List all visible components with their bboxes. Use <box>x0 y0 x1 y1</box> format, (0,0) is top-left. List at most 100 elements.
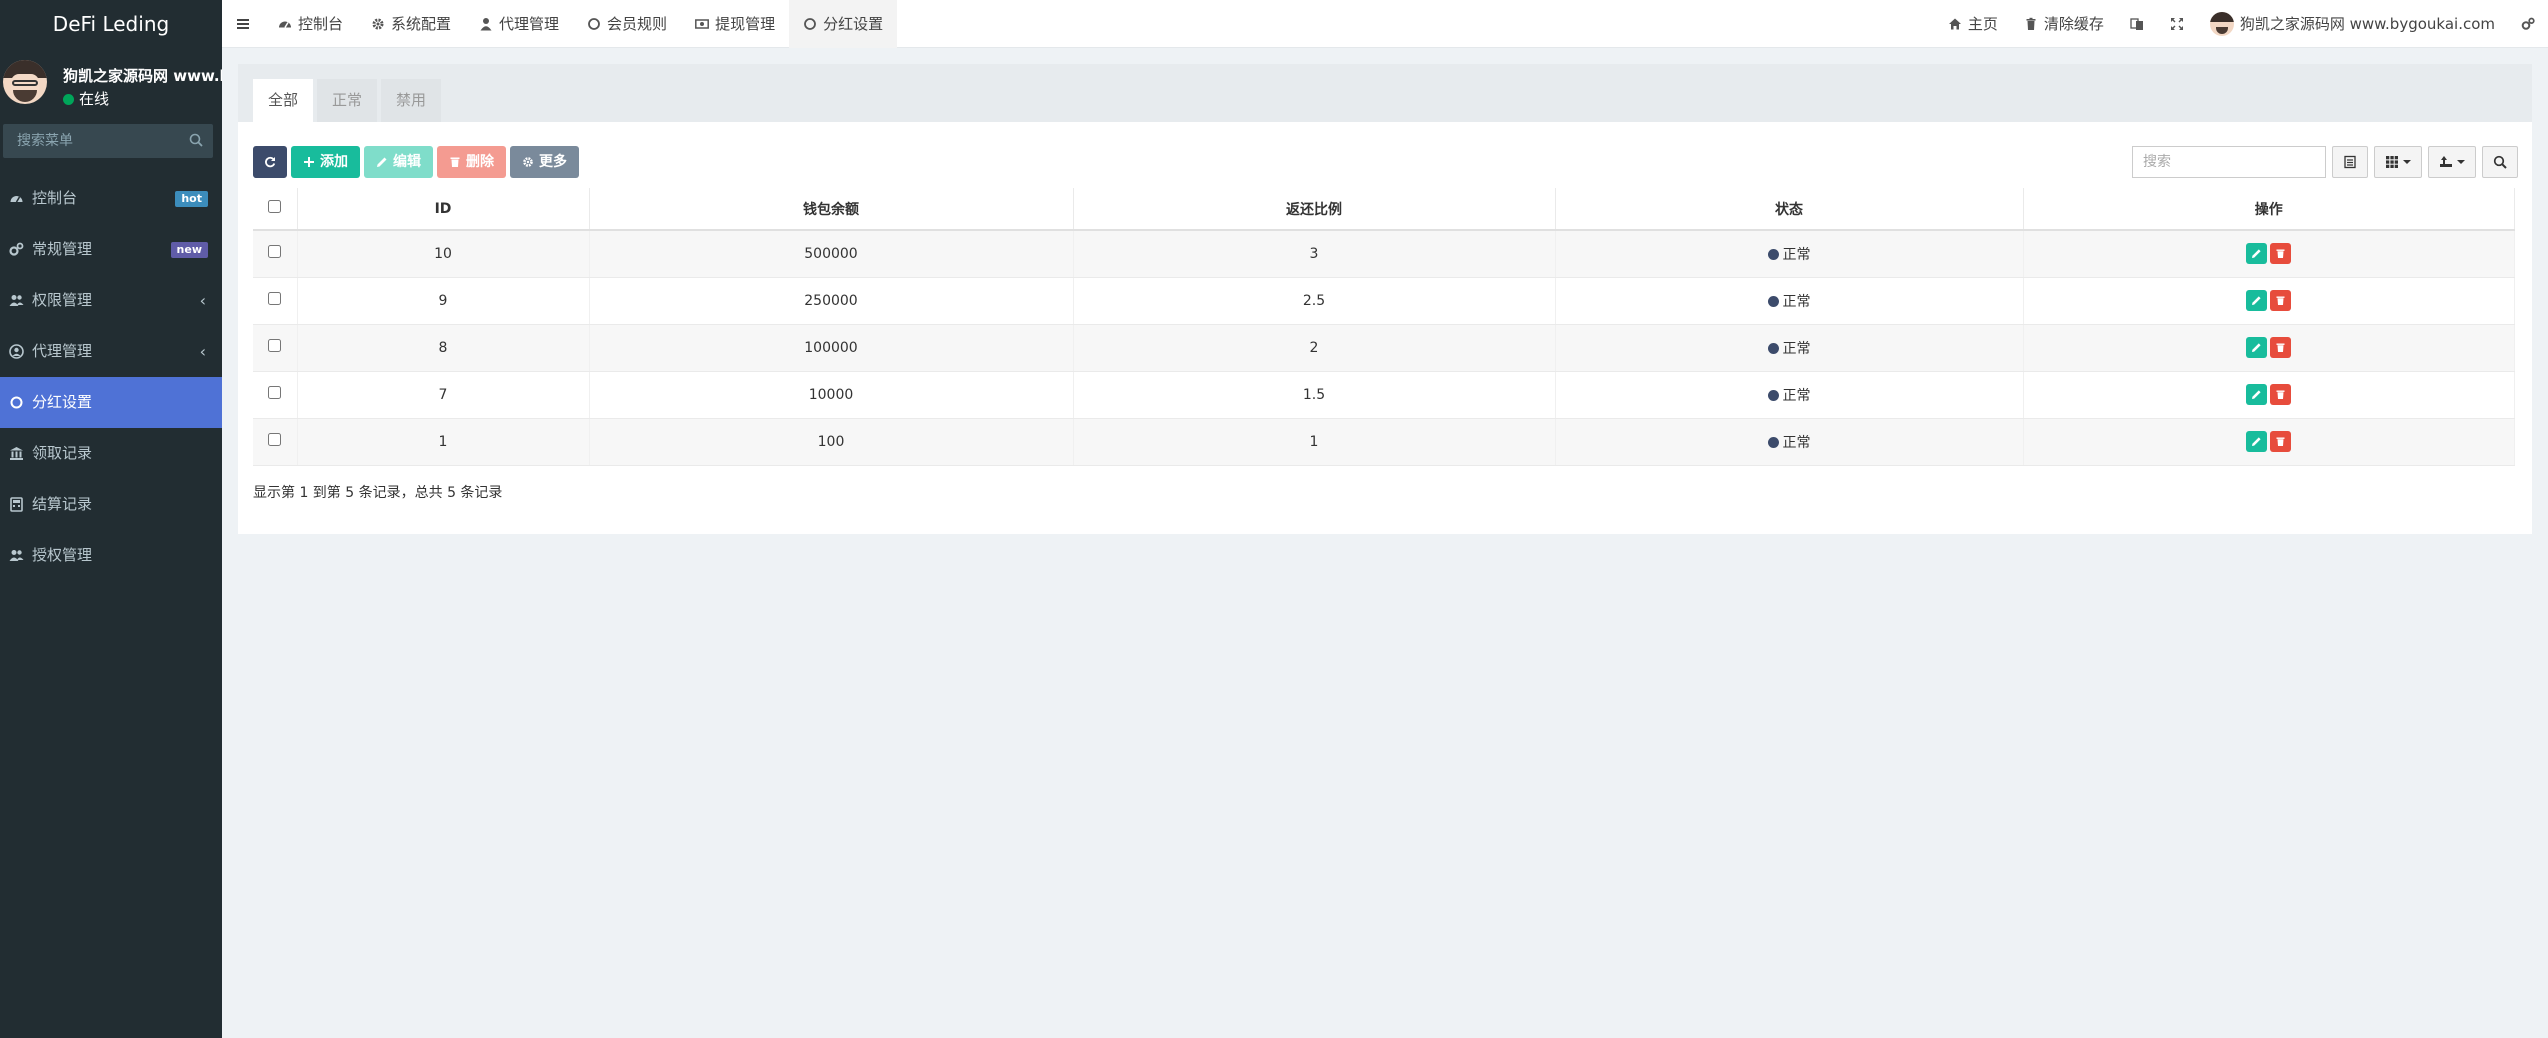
cell-id: 7 <box>297 371 590 419</box>
table-row[interactable]: 7 10000 1.5 正常 <box>253 371 2515 419</box>
pencil-icon <box>2252 390 2261 399</box>
sidebar-item-label: 授权管理 <box>32 546 93 564</box>
row-checkbox[interactable] <box>268 433 282 446</box>
clear-cache-button[interactable]: 清除缓存 <box>2011 0 2117 48</box>
bank-icon <box>10 447 23 460</box>
nav-tabs: 控制台 系统配置 代理管理 会员规则 提现管理 分红设置 <box>222 0 898 48</box>
pencil-icon <box>2252 296 2261 305</box>
hamburger-icon <box>237 19 249 29</box>
app-logo[interactable]: DeFi Leding <box>0 0 222 48</box>
home-label: 主页 <box>1967 15 1998 33</box>
sidebar: DeFi Leding 狗凯之家源码网 www.bygoukai.com 在线 … <box>0 0 222 1038</box>
tab-all[interactable]: 全部 <box>253 79 314 122</box>
search-icon <box>2493 155 2507 169</box>
search-icon[interactable] <box>189 133 203 147</box>
row-select-cell <box>253 324 298 372</box>
row-edit-button[interactable] <box>2246 431 2268 452</box>
row-checkbox[interactable] <box>268 245 282 259</box>
user-circle-icon <box>9 344 24 359</box>
sidebar-item-label: 常规管理 <box>32 240 93 258</box>
tab-dashboard[interactable]: 控制台 <box>264 0 357 48</box>
gear-icon <box>372 18 384 30</box>
table-search-input[interactable] <box>2132 146 2326 178</box>
table-row[interactable]: 8 100000 2 正常 <box>253 324 2515 372</box>
column-header-id[interactable]: ID <box>297 188 590 231</box>
row-delete-button[interactable] <box>2270 243 2292 265</box>
advanced-search-button[interactable] <box>2482 146 2518 178</box>
cell-status: 正常 <box>1555 324 2024 372</box>
row-delete-button[interactable] <box>2270 290 2292 311</box>
column-header-ratio[interactable]: 返还比例 <box>1073 188 1556 231</box>
chevron-left-icon: ‹ <box>199 342 206 361</box>
sidebar-item-dividend[interactable]: 分红设置 <box>0 377 222 428</box>
user-menu-name: 狗凯之家源码网 www.bygoukai.com <box>2239 15 2495 33</box>
avatar <box>2209 12 2234 36</box>
sidebar-item-agents[interactable]: 代理管理 ‹ <box>0 326 222 377</box>
cell-balance: 100 <box>589 418 1074 466</box>
sidebar-item-label: 权限管理 <box>32 291 93 309</box>
menu-search-input[interactable] <box>3 124 183 158</box>
row-checkbox[interactable] <box>268 339 282 352</box>
sidebar-item-claims[interactable]: 领取记录 <box>0 428 222 479</box>
sidebar-item-dashboard[interactable]: 控制台 hot <box>0 173 222 224</box>
tab-disabled[interactable]: 禁用 <box>381 79 442 122</box>
money-icon <box>695 19 710 29</box>
cell-balance: 10000 <box>589 371 1074 419</box>
column-header-status[interactable]: 状态 <box>1555 188 2024 231</box>
table-row[interactable]: 10 500000 3 正常 <box>253 230 2515 278</box>
row-checkbox[interactable] <box>268 292 282 305</box>
table-row[interactable]: 9 250000 2.5 正常 <box>253 277 2515 325</box>
row-select-cell <box>253 371 298 419</box>
status-dot-icon <box>1767 389 1779 401</box>
sidebar-item-permissions[interactable]: 权限管理 ‹ <box>0 275 222 326</box>
control-sidebar-button[interactable] <box>2508 0 2548 48</box>
status-dot-icon <box>1767 248 1779 260</box>
column-header-balance[interactable]: 钱包余额 <box>589 188 1074 231</box>
row-delete-button[interactable] <box>2270 337 2292 358</box>
language-button[interactable] <box>2117 0 2157 48</box>
tab-agent-management[interactable]: 代理管理 <box>465 0 573 48</box>
refresh-button[interactable] <box>253 146 287 178</box>
tab-system-config[interactable]: 系统配置 <box>357 0 465 48</box>
add-button[interactable]: 添加 <box>291 146 360 178</box>
sidebar-item-authorization[interactable]: 授权管理 <box>0 530 222 581</box>
fullscreen-icon <box>2170 18 2183 30</box>
cell-ratio: 2.5 <box>1073 277 1556 325</box>
toggle-view-button[interactable] <box>2332 146 2368 178</box>
row-delete-button[interactable] <box>2270 384 2292 405</box>
edit-button[interactable]: 编辑 <box>364 146 433 178</box>
row-edit-button[interactable] <box>2246 384 2268 405</box>
table-row[interactable]: 1 100 1 正常 <box>253 418 2515 466</box>
columns-dropdown-button[interactable] <box>2374 146 2422 178</box>
cell-status: 正常 <box>1555 418 2024 466</box>
sidebar-item-general[interactable]: 常规管理 new <box>0 224 222 275</box>
user-menu[interactable]: 狗凯之家源码网 www.bygoukai.com <box>2197 0 2508 48</box>
content-panel: 全部 正常 禁用 添加 编辑 删除 更多 搜索 ID 钱包余额 返还比例 状态 … <box>238 64 2532 534</box>
more-button[interactable]: 更多 <box>510 146 579 178</box>
tab-member-rules[interactable]: 会员规则 <box>573 0 681 48</box>
status-label: 正常 <box>1782 434 1811 451</box>
row-edit-button[interactable] <box>2246 243 2268 265</box>
cell-status: 正常 <box>1555 230 2024 278</box>
sidebar-item-settlements[interactable]: 结算记录 <box>0 479 222 530</box>
select-all-cell <box>253 188 298 231</box>
tab-dividend-settings[interactable]: 分红设置 <box>789 0 898 48</box>
sidebar-toggle-button[interactable] <box>222 0 264 48</box>
select-all-checkbox[interactable] <box>268 200 282 213</box>
export-dropdown-button[interactable] <box>2428 146 2476 178</box>
tab-withdrawal[interactable]: 提现管理 <box>681 0 789 48</box>
row-edit-button[interactable] <box>2246 290 2268 311</box>
trash-icon <box>2276 437 2285 446</box>
home-link[interactable]: 主页 <box>1935 0 2011 48</box>
row-delete-button[interactable] <box>2270 431 2292 452</box>
dashboard-icon <box>10 196 23 203</box>
tab-normal[interactable]: 正常 <box>317 79 378 122</box>
tab-label: 会员规则 <box>607 15 668 33</box>
row-edit-button[interactable] <box>2246 337 2268 358</box>
export-icon <box>2440 156 2452 167</box>
avatar <box>3 60 47 104</box>
delete-button[interactable]: 删除 <box>437 146 506 178</box>
users-icon <box>9 295 24 306</box>
fullscreen-button[interactable] <box>2157 0 2197 48</box>
row-checkbox[interactable] <box>268 386 282 399</box>
